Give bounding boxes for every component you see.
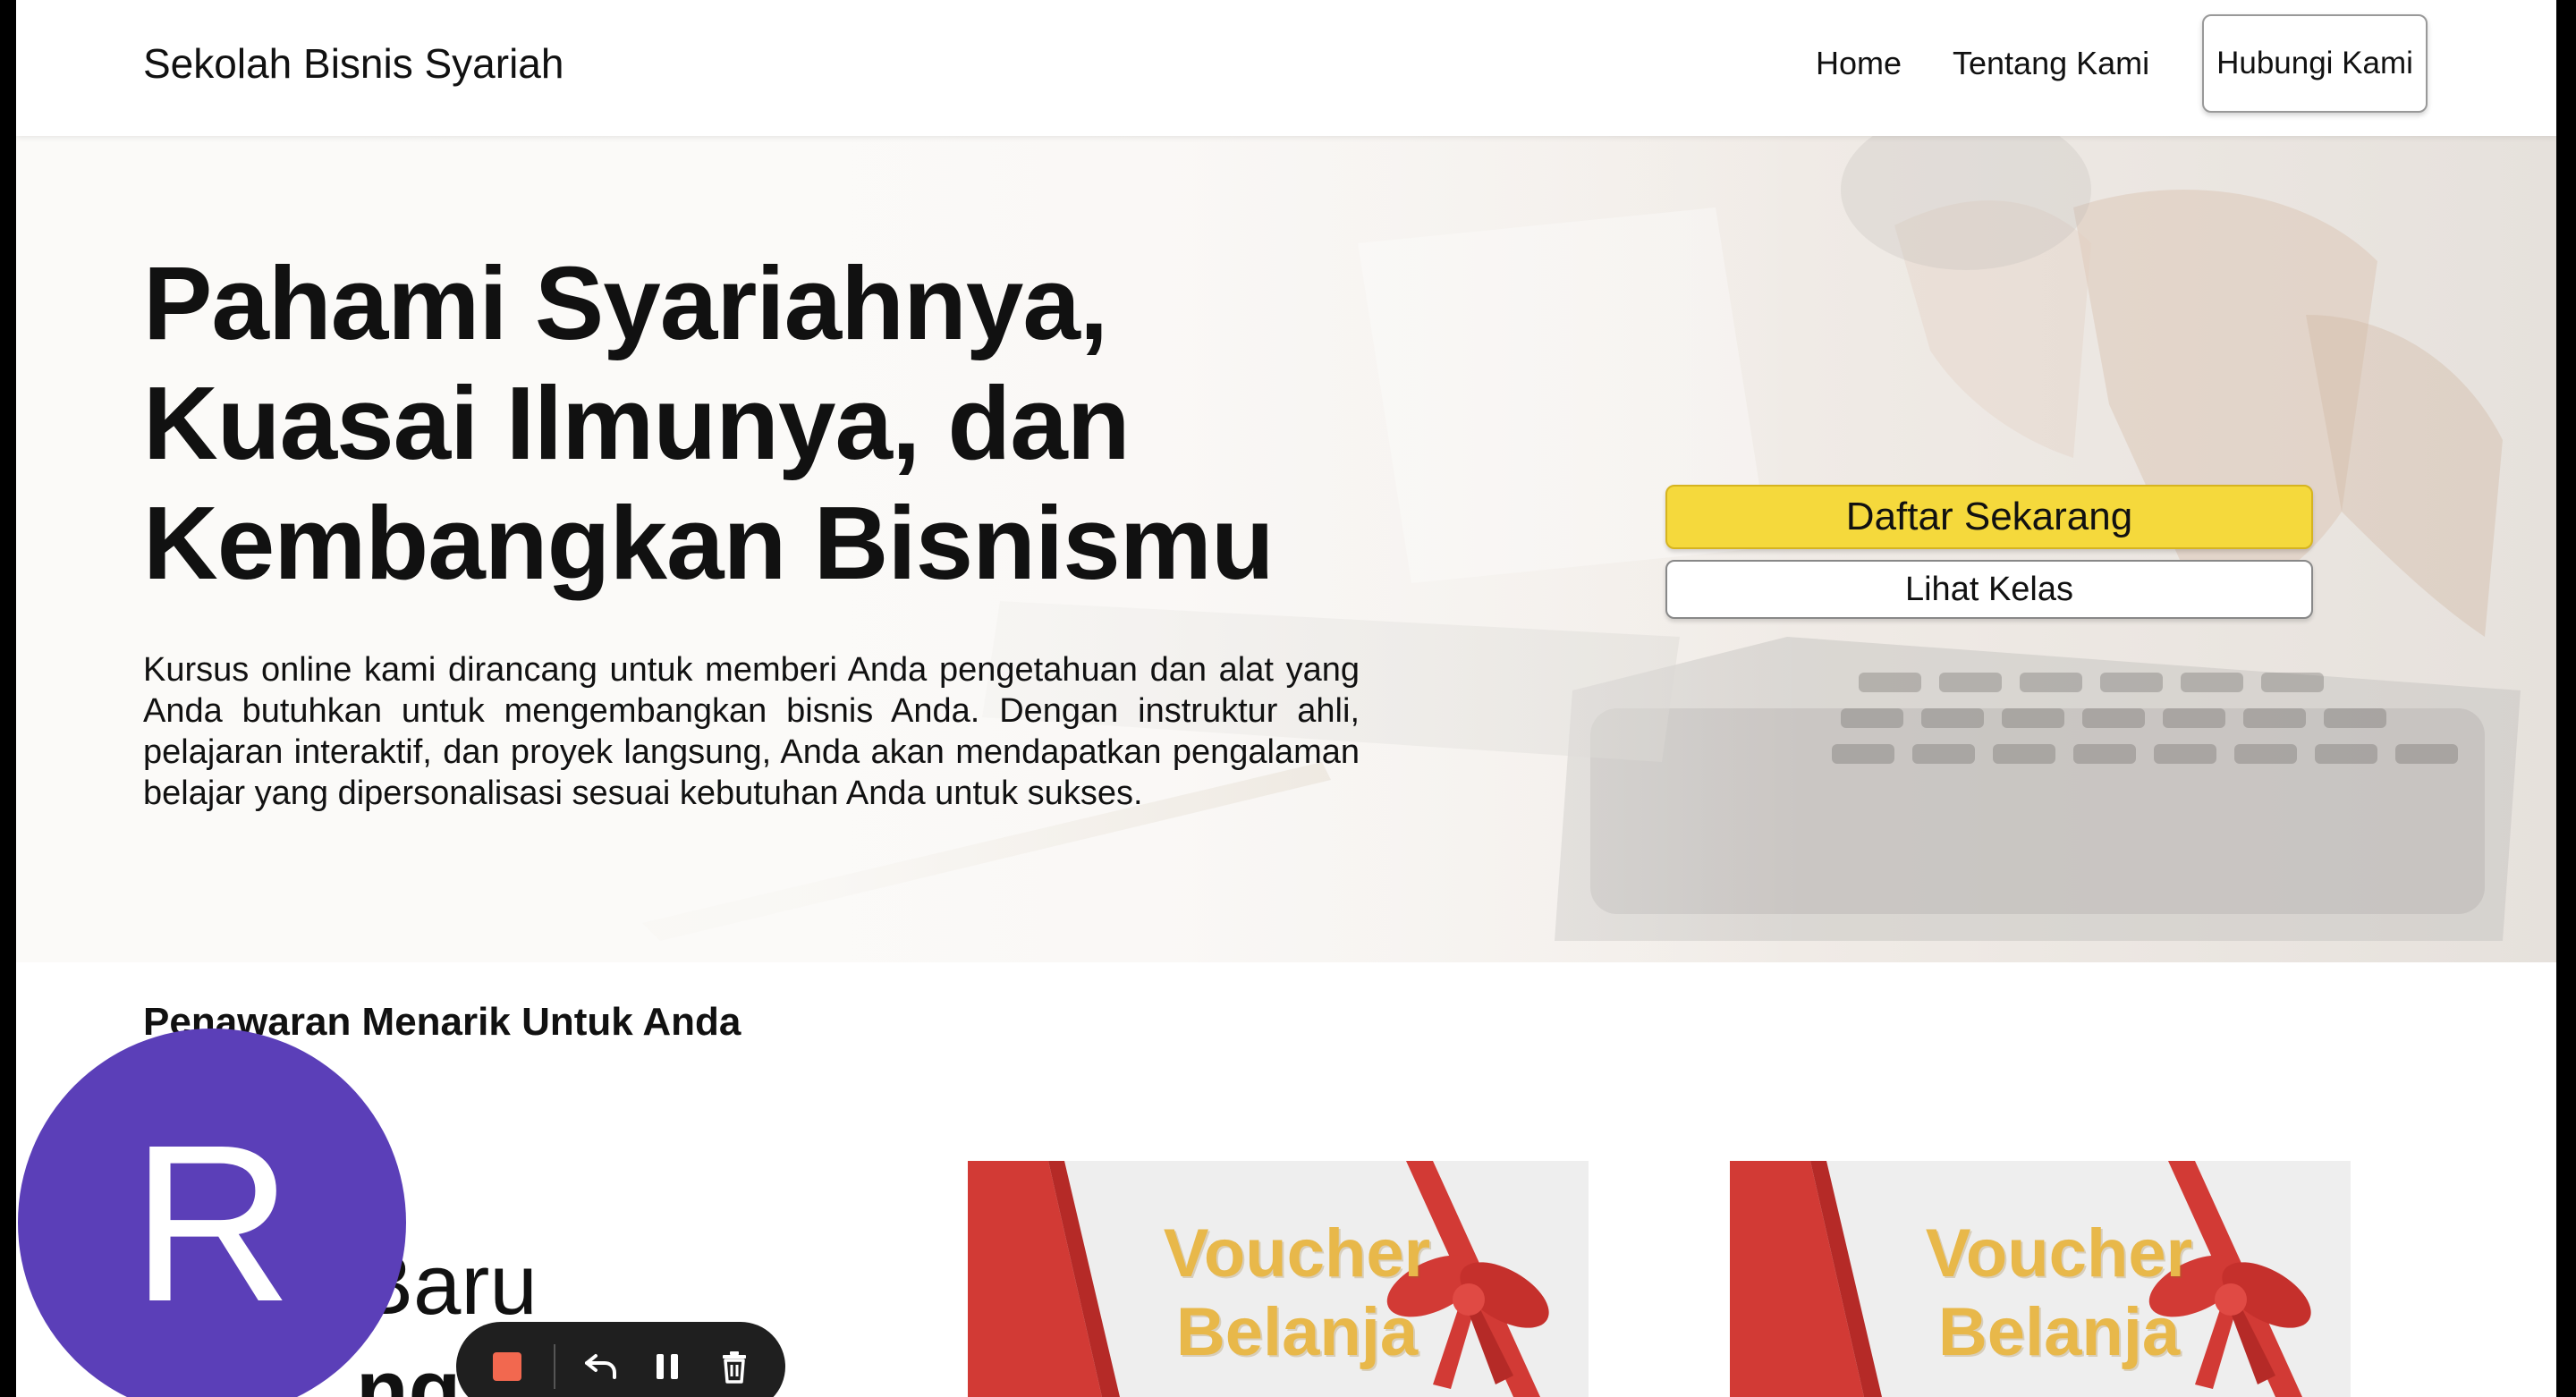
undo-icon[interactable] (580, 1346, 622, 1387)
offer-card-heading-2: ng (356, 1342, 462, 1397)
hero-title-line-1: Pahami Syariahnya, (143, 245, 1108, 361)
hero-description: Kursus online kami dirancang untuk membe… (143, 651, 1360, 812)
contact-button[interactable]: Hubungi Kami (2202, 14, 2428, 113)
hero-title-line-3: Kembangkan Bisnismu (143, 485, 1275, 601)
stop-icon[interactable] (487, 1346, 528, 1387)
voucher-2-text: Voucher Belanja (1898, 1215, 2220, 1372)
nav-about-link[interactable]: Tentang Kami (1953, 45, 2149, 82)
presenter-avatar: R (18, 1029, 406, 1397)
pause-icon[interactable] (647, 1346, 688, 1387)
nav-home-link[interactable]: Home (1816, 45, 1902, 82)
view-classes-button[interactable]: Lihat Kelas (1665, 560, 2313, 619)
hero-title: Pahami Syariahnya, Kuasai Ilmunya, dan K… (143, 243, 1395, 603)
brand-logo-text[interactable]: Sekolah Bisnis Syariah (143, 39, 564, 88)
hero-section: Pahami Syariahnya, Kuasai Ilmunya, dan K… (16, 136, 2556, 962)
register-now-button[interactable]: Daftar Sekarang (1665, 485, 2313, 549)
recording-toolbar (456, 1322, 785, 1397)
voucher-2-line-2: Belanja (1937, 1294, 2181, 1370)
navbar: Sekolah Bisnis Syariah Home Tentang Kami… (16, 0, 2556, 136)
voucher-1-line-2: Belanja (1175, 1294, 1419, 1370)
hero-title-line-2: Kuasai Ilmunya, dan (143, 365, 1131, 481)
toolbar-divider (553, 1344, 555, 1389)
voucher-1-line-1: Voucher (1163, 1215, 1431, 1291)
voucher-2-line-1: Voucher (1925, 1215, 2193, 1291)
voucher-1-text: Voucher Belanja (1136, 1215, 1458, 1372)
voucher-card-1[interactable]: Voucher Belanja (968, 1161, 1589, 1397)
trash-icon[interactable] (714, 1346, 755, 1387)
voucher-card-2[interactable]: Voucher Belanja (1730, 1161, 2351, 1397)
